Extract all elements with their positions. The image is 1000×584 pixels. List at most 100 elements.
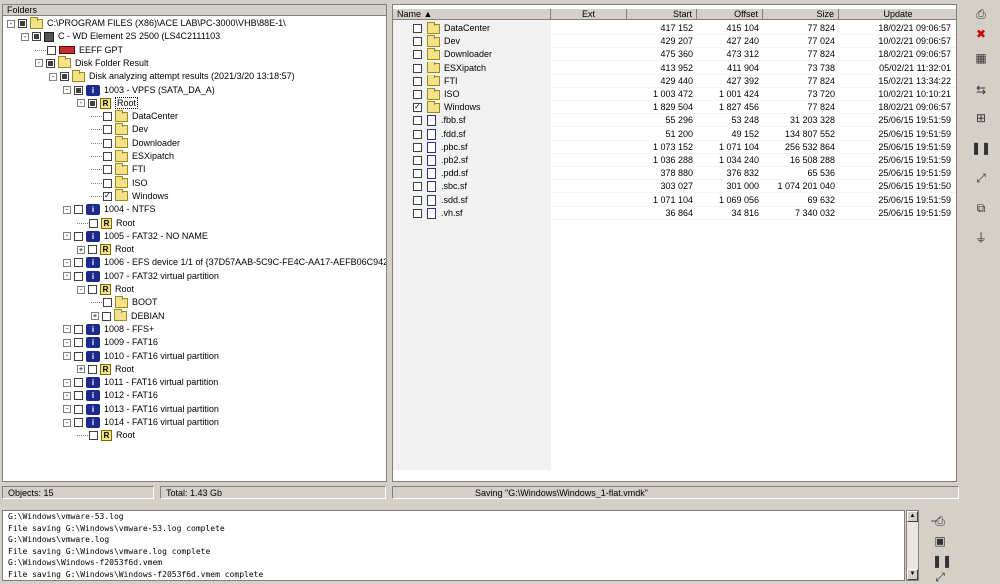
grid-icon[interactable]: ▦ [970, 50, 992, 66]
collapse-icon[interactable]: - [21, 32, 29, 41]
list-item[interactable]: .fdd.sf 51 200 49 152 134 807 552 25/06/15 1… [393, 128, 956, 141]
list-item[interactable]: ESXipatch 413 952 411 904 73 738 05/02/21 11… [393, 61, 956, 75]
tree-item[interactable]: - i 1011 - FAT16 virtual partition [63, 376, 218, 389]
tree-item[interactable]: Dev [91, 122, 148, 136]
list-item-checkbox[interactable] [413, 142, 422, 152]
collapse-icon[interactable]: - [77, 285, 85, 294]
list-item[interactable]: .fbb.sf 55 296 53 248 31 203 328 25/06/15 19… [393, 114, 956, 128]
tree-item[interactable]: - i 1009 - FAT16 [63, 336, 158, 349]
tree-item[interactable]: - C - WD Element 2S 2500 (LS4C2111103 [21, 30, 220, 43]
collapse-icon[interactable]: - [77, 99, 85, 108]
list-item-checkbox[interactable] [413, 50, 422, 60]
list-item[interactable]: .sdd.sf 1 071 104 1 069 056 69 632 25/06/15 … [393, 194, 956, 207]
collapse-icon[interactable]: - [49, 72, 57, 81]
tree-item[interactable]: + R Root [77, 363, 134, 376]
tree-checkbox[interactable] [74, 271, 83, 281]
tree-item[interactable]: - i 1012 - FAT16 [63, 389, 158, 402]
collapse-icon[interactable]: - [63, 272, 71, 281]
tree-item[interactable]: R Root [77, 217, 135, 230]
list-item[interactable]: ISO 1 003 472 1 001 424 73 720 10/02/21 10:1… [393, 88, 956, 101]
tree-item[interactable]: - i 1008 - FFS+ [63, 323, 154, 336]
list-item[interactable]: DataCenter 417 152 415 104 77 824 18/02/21 0… [393, 22, 956, 35]
save-icon[interactable]: ▣ [932, 534, 948, 548]
tree-checkbox[interactable] [47, 45, 56, 55]
tree-item[interactable]: ESXipatch [91, 149, 174, 163]
list-item-checkbox[interactable] [413, 195, 422, 205]
collapse-icon[interactable]: - [35, 59, 43, 68]
scroll-up-icon[interactable]: ▲ [907, 511, 918, 522]
collapse-icon[interactable]: - [63, 405, 71, 414]
list-item[interactable]: .pb2.sf 1 036 288 1 034 240 16 508 288 25/06… [393, 154, 956, 167]
column-offset[interactable]: Offset [697, 9, 763, 20]
tree-checkbox[interactable] [103, 165, 112, 175]
tree-checkbox[interactable] [74, 351, 83, 361]
list-item-checkbox[interactable] [413, 116, 422, 126]
tree-checkbox[interactable] [89, 431, 98, 441]
tree-item[interactable]: - i 1006 - EFS device 1/1 of {37D57AAB-5C9… [63, 256, 386, 269]
column-name[interactable]: Name ▲ [393, 9, 551, 20]
collapse-icon[interactable]: - [63, 86, 71, 94]
tree-item[interactable]: Downloader [91, 136, 180, 150]
collapse-icon[interactable]: - [63, 352, 71, 360]
tree-item[interactable]: - i 1003 - VPFS (SATA_DA_A) [63, 84, 215, 97]
tree-checkbox[interactable] [103, 152, 112, 161]
list-item[interactable]: Windows 1 829 504 1 827 456 77 824 18/02/21 … [393, 101, 956, 115]
list-item-checkbox[interactable] [413, 90, 422, 99]
expand-icon[interactable]: + [77, 365, 85, 374]
tree-checkbox[interactable] [88, 285, 97, 294]
tree-item[interactable]: - C:\PROGRAM FILES (X86)\ACE LAB\PC-3000\… [7, 16, 286, 30]
tree-item[interactable]: DataCenter [91, 109, 178, 123]
tree-checkbox[interactable] [88, 98, 97, 108]
tree-item[interactable]: - R Root [77, 283, 134, 296]
tree-checkbox[interactable] [88, 245, 97, 255]
tree-checkbox[interactable] [74, 258, 83, 268]
list-item-checkbox[interactable] [413, 24, 422, 33]
tree-checkbox[interactable] [74, 231, 83, 241]
tree-checkbox[interactable] [74, 404, 83, 414]
connect-icon[interactable]: ⇆ [970, 82, 992, 98]
tree-item[interactable]: - R Root [77, 97, 139, 110]
tree-checkbox[interactable] [60, 72, 69, 82]
log-pause-icon[interactable]: ❚❚ [932, 554, 952, 568]
tree-checkbox[interactable] [46, 58, 55, 68]
list-item[interactable]: .pbc.sf 1 073 152 1 071 104 256 532 864 25/0… [393, 141, 956, 154]
tree-item[interactable]: - i 1014 - FAT16 virtual partition [63, 416, 219, 429]
list-item[interactable]: .pdd.sf 378 880 376 832 65 536 25/06/15 19:5… [393, 167, 956, 181]
chip-icon[interactable]: ⊞ [970, 110, 992, 126]
column-update[interactable]: Update [839, 9, 956, 20]
tree-item[interactable]: + DEBIAN [91, 309, 165, 323]
tree-checkbox[interactable] [103, 125, 112, 135]
collapse-icon[interactable]: - [63, 378, 71, 387]
tree-checkbox[interactable] [74, 391, 83, 401]
resize-icon[interactable]: ⤢ [970, 170, 992, 186]
export-icon[interactable]: ⎙ [970, 6, 992, 22]
collapse-icon[interactable]: - [63, 325, 71, 334]
list-item-checkbox[interactable] [413, 182, 422, 192]
tree-item[interactable]: R Root [77, 429, 135, 442]
tree-checkbox[interactable] [74, 338, 83, 348]
list-item[interactable]: .vh.sf 36 864 34 816 7 340 032 25/06/15 19:5… [393, 207, 956, 220]
tree-checkbox[interactable] [103, 138, 112, 148]
list-item-checkbox[interactable] [413, 129, 422, 139]
tree-item[interactable]: - i 1010 - FAT16 virtual partition [63, 350, 219, 363]
pause-icon[interactable]: ❚❚ [970, 140, 992, 156]
tree-item[interactable]: - Disk analyzing attempt results (2021/3/… [49, 69, 295, 83]
tree-item[interactable]: - i 1013 - FAT16 virtual partition [63, 403, 219, 416]
tree-checkbox[interactable] [102, 311, 111, 321]
tree-checkbox[interactable] [103, 112, 112, 122]
column-start[interactable]: Start [627, 9, 697, 20]
tree-item[interactable]: - i 1005 - FAT32 - NO NAME [63, 230, 208, 243]
copy-icon[interactable]: ⧉ [970, 200, 992, 216]
tree-item[interactable]: EEFF GPT [35, 44, 123, 57]
tree-checkbox[interactable] [32, 32, 41, 42]
log-resize-icon[interactable]: ⤢ [932, 570, 948, 584]
tree-checkbox[interactable] [103, 191, 112, 201]
log-export-icon[interactable]: ⎙ [932, 514, 948, 528]
collapse-icon[interactable]: - [63, 205, 71, 214]
list-item-checkbox[interactable] [413, 103, 422, 113]
column-size[interactable]: Size [763, 9, 839, 20]
tree-checkbox[interactable] [74, 324, 83, 334]
tree-checkbox[interactable] [88, 364, 97, 374]
tree-checkbox[interactable] [18, 19, 27, 28]
tree-checkbox[interactable] [103, 298, 112, 308]
